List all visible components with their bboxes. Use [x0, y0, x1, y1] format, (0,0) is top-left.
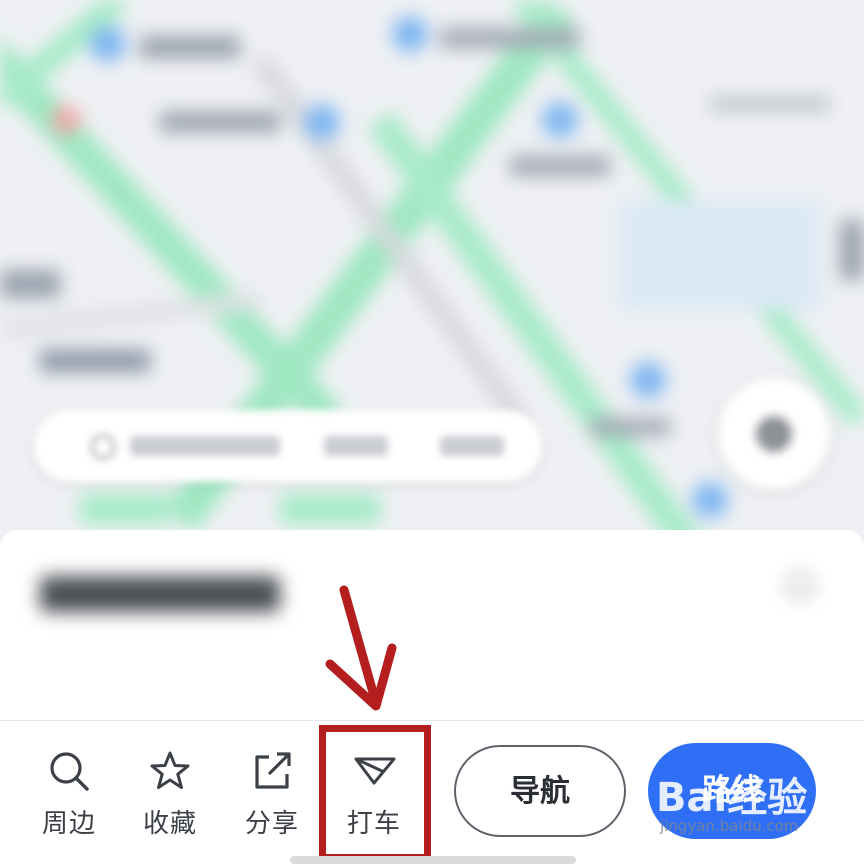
map-search-bar[interactable]	[34, 410, 542, 482]
search-text-placeholder	[440, 436, 504, 456]
navigate-button[interactable]: 导航	[454, 745, 626, 837]
search-icon	[50, 752, 89, 791]
search-text-placeholder	[324, 436, 388, 456]
share-icon	[255, 752, 291, 789]
favorite-label: 收藏	[142, 809, 197, 839]
route-button[interactable]: 路线	[648, 743, 816, 839]
search-icon	[90, 434, 116, 460]
nearby-button[interactable]: 周边	[24, 749, 114, 845]
share-button[interactable]: 分享	[227, 749, 317, 845]
down-arrow-icon	[325, 585, 397, 711]
favorite-button[interactable]: 收藏	[125, 749, 215, 845]
place-name-redacted	[40, 576, 280, 612]
taxi-highlight-box	[319, 725, 431, 861]
search-text-placeholder	[130, 436, 280, 456]
home-indicator[interactable]	[290, 856, 576, 864]
close-icon[interactable]	[780, 566, 820, 606]
star-icon	[150, 751, 190, 789]
locate-button[interactable]	[718, 378, 830, 490]
locate-icon	[756, 416, 792, 452]
share-label: 分享	[244, 809, 299, 839]
nearby-label: 周边	[41, 809, 96, 839]
